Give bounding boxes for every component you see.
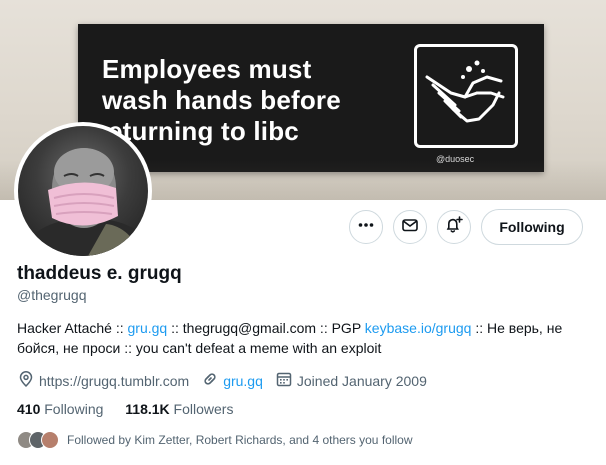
follower-avatars <box>17 431 59 449</box>
following-button[interactable]: Following <box>481 209 583 245</box>
profile-location: https://grugq.tumblr.com <box>17 370 189 391</box>
following-stat-label: Following <box>44 401 104 417</box>
calendar-icon <box>275 370 297 391</box>
message-button[interactable] <box>393 210 427 244</box>
bio-link-keybase[interactable]: keybase.io/grugq <box>365 320 472 336</box>
link-icon <box>201 370 223 391</box>
follower-avatar-3 <box>41 431 59 449</box>
more-button[interactable] <box>349 210 383 244</box>
profile-joined: Joined January 2009 <box>275 370 427 391</box>
website-link[interactable]: gru.gq <box>223 373 263 389</box>
avatar-photo <box>18 126 148 256</box>
followers-stat-label: Followers <box>173 401 234 417</box>
following-stat[interactable]: 410 Following <box>17 401 103 417</box>
avatar[interactable] <box>14 122 152 260</box>
bio-link-grugq[interactable]: gru.gq <box>128 320 168 336</box>
followed-by[interactable]: Followed by Kim Zetter, Robert Richards,… <box>17 431 413 449</box>
bio-text-1: Hacker Attaché :: <box>17 320 128 336</box>
banner-sign: Employees must wash hands before eturnin… <box>78 24 544 172</box>
notify-button[interactable] <box>437 210 471 244</box>
bell-plus-icon <box>444 215 464 240</box>
banner-line-3: eturning to libc <box>108 116 299 146</box>
followed-by-text: Followed by Kim Zetter, Robert Richards,… <box>67 433 413 447</box>
more-icon <box>357 216 375 239</box>
location-text: https://grugq.tumblr.com <box>39 372 190 389</box>
profile-meta: https://grugq.tumblr.com gru.gq Joined J… <box>17 370 439 391</box>
followers-stat[interactable]: 118.1K Followers <box>125 401 233 417</box>
profile-bio: Hacker Attaché :: gru.gq :: thegrugq@gma… <box>17 318 587 358</box>
followers-count: 118.1K <box>125 401 170 417</box>
profile-stats: 410 Following 118.1K Followers <box>17 401 251 417</box>
following-count: 410 <box>17 401 41 417</box>
banner-sign-text: Employees must wash hands before eturnin… <box>102 54 341 147</box>
profile-website[interactable]: gru.gq <box>201 370 263 391</box>
location-pin-icon <box>17 370 39 391</box>
banner-line-1: Employees must <box>102 54 312 84</box>
bio-text-2: :: thegrugq@gmail.com :: PGP <box>167 320 365 336</box>
banner-line-2: wash hands before <box>102 85 341 115</box>
hand-washing-icon <box>414 44 518 148</box>
profile-handle: @thegrugq <box>17 287 87 303</box>
profile-name: thaddeus e. grugq <box>17 263 182 284</box>
joined-text: Joined January 2009 <box>296 372 427 389</box>
envelope-icon <box>401 216 419 239</box>
